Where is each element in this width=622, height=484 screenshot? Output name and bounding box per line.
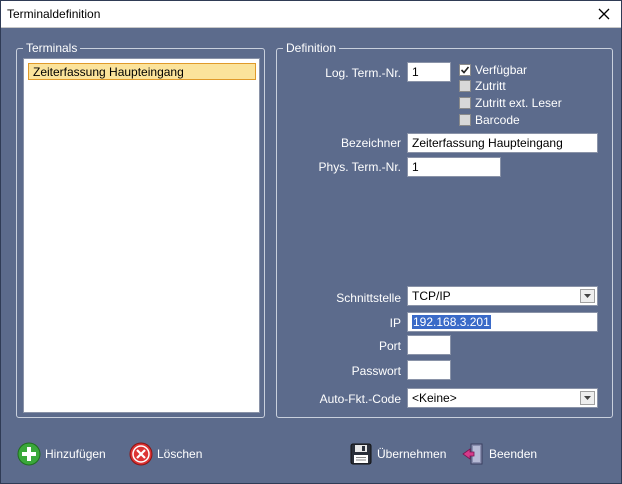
schnittstelle-label: Schnittstelle: [336, 291, 401, 305]
ip-label: IP: [389, 316, 401, 330]
bezeichner-label: Bezeichner: [340, 136, 401, 150]
log-term-nr-field[interactable]: 1: [407, 62, 451, 82]
close-icon: [598, 8, 610, 20]
checkbox-barcode-label: Barcode: [475, 113, 520, 127]
exit-button[interactable]: Beenden: [461, 442, 537, 466]
checkbox-zutritt-label: Zutritt: [475, 79, 506, 93]
terminals-group: Terminals Zeiterfassung Haupteingang: [16, 41, 265, 418]
chevron-down-icon: [584, 294, 591, 298]
auto-fkt-code-select[interactable]: <Keine>: [407, 388, 598, 408]
apply-button-label: Übernehmen: [377, 447, 447, 461]
ip-value: 192.168.3.201: [412, 315, 491, 329]
title-bar: Terminaldefinition: [1, 1, 621, 28]
log-term-nr-label: Log. Term.-Nr.: [325, 66, 401, 80]
apply-button[interactable]: Übernehmen: [349, 442, 446, 466]
add-button[interactable]: Hinzufügen: [17, 442, 106, 466]
terminals-list[interactable]: Zeiterfassung Haupteingang: [23, 58, 260, 413]
schnittstelle-select[interactable]: TCP/IP: [407, 286, 598, 306]
passwort-field[interactable]: [407, 360, 451, 380]
dropdown-arrow[interactable]: [580, 289, 595, 303]
delete-button-label: Löschen: [157, 447, 203, 461]
plus-icon: [17, 442, 41, 466]
save-icon: [350, 443, 372, 465]
terminals-group-label: Terminals: [23, 41, 81, 55]
chevron-down-icon: [584, 396, 591, 400]
add-button-label: Hinzufügen: [45, 447, 106, 461]
dropdown-arrow[interactable]: [580, 391, 595, 405]
definition-group-label: Definition: [283, 41, 340, 55]
list-item[interactable]: Zeiterfassung Haupteingang: [28, 63, 256, 80]
phys-term-nr-label: Phys. Term.-Nr.: [318, 160, 401, 174]
checkbox-zutritt[interactable]: Zutritt: [459, 79, 506, 93]
checkbox-icon: [459, 114, 471, 126]
passwort-label: Passwort: [351, 364, 401, 378]
delete-button[interactable]: Löschen: [129, 442, 202, 466]
delete-icon: [129, 442, 153, 466]
checkbox-icon: [459, 97, 471, 109]
port-field[interactable]: [407, 335, 451, 355]
checkbox-zutritt-ext-leser[interactable]: Zutritt ext. Leser: [459, 96, 562, 110]
auto-fkt-code-value: <Keine>: [412, 391, 457, 405]
port-label: Port: [378, 339, 401, 353]
ip-field[interactable]: 192.168.3.201: [407, 312, 598, 332]
window-title: Terminaldefinition: [7, 7, 101, 21]
phys-term-nr-field[interactable]: 1: [407, 157, 501, 177]
checkbox-zutritt-ext-leser-label: Zutritt ext. Leser: [475, 96, 562, 110]
bezeichner-field[interactable]: Zeiterfassung Haupteingang: [407, 133, 598, 153]
checkbox-barcode[interactable]: Barcode: [459, 113, 520, 127]
auto-fkt-code-label: Auto-Fkt.-Code: [319, 392, 401, 406]
checkbox-checked-icon: [459, 64, 471, 76]
checkbox-verfuegbar[interactable]: Verfügbar: [459, 63, 527, 77]
checkbox-verfuegbar-label: Verfügbar: [475, 63, 528, 77]
checkbox-icon: [459, 80, 471, 92]
dialog-window: Terminaldefinition Terminals Zeiterfassu…: [0, 0, 622, 484]
close-button[interactable]: [591, 3, 617, 25]
schnittstelle-value: TCP/IP: [412, 289, 451, 303]
exit-button-label: Beenden: [489, 447, 538, 461]
exit-door-icon: [462, 443, 483, 465]
